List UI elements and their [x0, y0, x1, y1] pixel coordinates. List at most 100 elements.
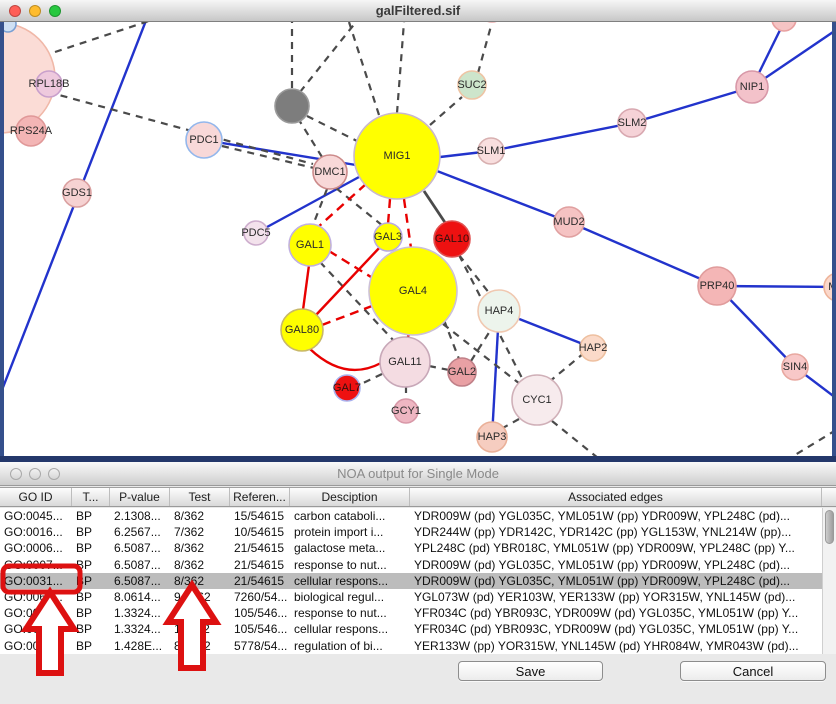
graph-edge: [478, 26, 491, 73]
table-cell: response to nut...: [290, 606, 410, 620]
graph-edge: [310, 349, 381, 370]
column-header-test[interactable]: Test: [170, 488, 230, 506]
vertical-scrollbar[interactable]: [822, 508, 836, 654]
node-label-RPL18B: RPL18B: [29, 78, 70, 90]
node-label-GCY1: GCY1: [391, 405, 421, 417]
table-cell: GO:0007...: [0, 558, 72, 572]
noa-window-titlebar: NOA output for Single Mode: [0, 462, 836, 486]
graph-edge: [300, 22, 356, 92]
column-header-go-id[interactable]: GO ID: [0, 488, 72, 506]
node-label-CYC1: CYC1: [522, 394, 551, 406]
table-cell: carbon cataboli...: [290, 509, 410, 523]
table-cell: 11/362: [170, 622, 230, 636]
node-label-SIN4: SIN4: [783, 361, 807, 373]
column-header-desciption[interactable]: Desciption: [290, 488, 410, 506]
graph-edge: [459, 255, 490, 294]
graph-edge: [471, 331, 490, 361]
table-cell: 1.428E...: [110, 639, 170, 653]
zoom-button-icon[interactable]: [48, 468, 60, 480]
graph-edge: [303, 265, 309, 310]
zoom-button-icon[interactable]: [49, 5, 61, 17]
close-button-icon[interactable]: [9, 5, 21, 17]
graph-edge: [322, 306, 372, 325]
table-cell: YFR034C (pd) YBR093C, YDR009W (pd) YGL03…: [410, 606, 822, 620]
node-label-SUC2: SUC2: [457, 79, 486, 91]
table-cell: GO:0006...: [0, 541, 72, 555]
table-cell: 105/546...: [230, 606, 290, 620]
node-label-DMC1: DMC1: [314, 166, 345, 178]
node-label-SLM1: SLM1: [477, 145, 506, 157]
table-row[interactable]: GO:0050...BP1.428E...80/3625778/54...reg…: [0, 638, 822, 654]
cancel-button[interactable]: Cancel: [680, 661, 826, 681]
table-cell: GO:0065...: [0, 590, 72, 604]
node-label-PDC5: PDC5: [241, 227, 270, 239]
canvas-border-bottom: [0, 456, 836, 462]
table-cell: 8/362: [170, 509, 230, 523]
table-cell: 11/362: [170, 606, 230, 620]
node-label-PDC1: PDC1: [189, 134, 218, 146]
scrollbar-thumb[interactable]: [825, 510, 834, 544]
table-cell: GO:0031...: [0, 574, 72, 588]
table-row[interactable]: GO:0031...BP1.3324...11/362105/546...res…: [0, 605, 822, 621]
table-header: GO IDT...P-valueTestReferen...Desciption…: [0, 487, 836, 507]
node-label-HAP4: HAP4: [485, 305, 514, 317]
graph-edge: [429, 366, 449, 370]
table-cell: 21/54615: [230, 558, 290, 572]
minimize-button-icon[interactable]: [29, 468, 41, 480]
table-cell: 6.5087...: [110, 574, 170, 588]
table-cell: YDR244W (pp) YDR142C, YDR142C (pp) YGL15…: [410, 525, 822, 539]
table-cell: BP: [72, 606, 110, 620]
node-gray-node[interactable]: [275, 89, 309, 123]
node-label-GAL80: GAL80: [285, 324, 319, 336]
table-row[interactable]: GO:0016...BP6.2567...7/36210/54615protei…: [0, 524, 822, 540]
save-button[interactable]: Save: [458, 661, 603, 681]
table-cell: YPL248C (pd) YBR018C, YML051W (pp) YDR00…: [410, 541, 822, 555]
minimize-button-icon[interactable]: [29, 5, 41, 17]
table-cell: 7/362: [170, 525, 230, 539]
table-cell: 8/362: [170, 541, 230, 555]
graph-edge: [569, 222, 717, 286]
node-top-right[interactable]: [772, 22, 796, 31]
table-row[interactable]: GO:0031...BP6.5087...8/36221/54615cellul…: [0, 573, 822, 589]
traffic-lights-inactive: [10, 468, 60, 480]
table-cell: 8.0614...: [110, 590, 170, 604]
node-label-HAP2: HAP2: [579, 342, 608, 354]
node-label-GAL11: GAL11: [388, 356, 421, 368]
column-header-t-[interactable]: T...: [72, 488, 110, 506]
table-cell: BP: [72, 639, 110, 653]
graph-edge: [491, 123, 632, 151]
table-cell: BP: [72, 525, 110, 539]
column-header-associated-edges[interactable]: Associated edges: [410, 488, 822, 506]
close-button-icon[interactable]: [10, 468, 22, 480]
node-label-HAP3: HAP3: [478, 431, 507, 443]
table-cell: 7260/54...: [230, 590, 290, 604]
table-row[interactable]: GO:0045...BP2.1308...8/36215/54615carbon…: [0, 508, 822, 524]
table-cell: 5778/54...: [230, 639, 290, 653]
column-header-spacer: [822, 488, 836, 506]
table-row[interactable]: GO:0031...BP1.3324...11/362105/546...cel…: [0, 621, 822, 637]
table-cell: 6.5087...: [110, 558, 170, 572]
table-row[interactable]: GO:0006...BP6.5087...8/36221/54615galact…: [0, 540, 822, 556]
graph-edge: [299, 120, 322, 157]
network-graph: RPL18BRPS24AGDS1PDC1DMC1MIG1SUC2SLM1SLM2…: [0, 22, 836, 462]
table-cell: YGL073W (pd) YER103W, YER133W (pp) YOR31…: [410, 590, 822, 604]
network-canvas[interactable]: RPL18BRPS24AGDS1PDC1DMC1MIG1SUC2SLM1SLM2…: [0, 22, 836, 462]
node-label-RPS24A: RPS24A: [10, 125, 53, 137]
table-cell: BP: [72, 558, 110, 572]
table-cell: 10/54615: [230, 525, 290, 539]
column-header-p-value[interactable]: P-value: [110, 488, 170, 506]
graph-edge: [48, 92, 313, 164]
node-label-GAL2: GAL2: [448, 366, 476, 378]
graph-edge: [444, 320, 459, 359]
table-row[interactable]: GO:0065...BP8.0614...94/3627260/54...bio…: [0, 589, 822, 605]
table-cell: cellular respons...: [290, 574, 410, 588]
table-cell: BP: [72, 541, 110, 555]
table-cell: regulation of bi...: [290, 639, 410, 653]
graph-edge: [349, 22, 379, 115]
column-header-referen-[interactable]: Referen...: [230, 488, 290, 506]
table-cell: GO:0050...: [0, 639, 72, 653]
graph-edge: [430, 97, 462, 125]
graph-edge: [307, 116, 359, 142]
table-row[interactable]: GO:0007...BP6.5087...8/36221/54615respon…: [0, 557, 822, 573]
node-label-GDS1: GDS1: [62, 187, 92, 199]
